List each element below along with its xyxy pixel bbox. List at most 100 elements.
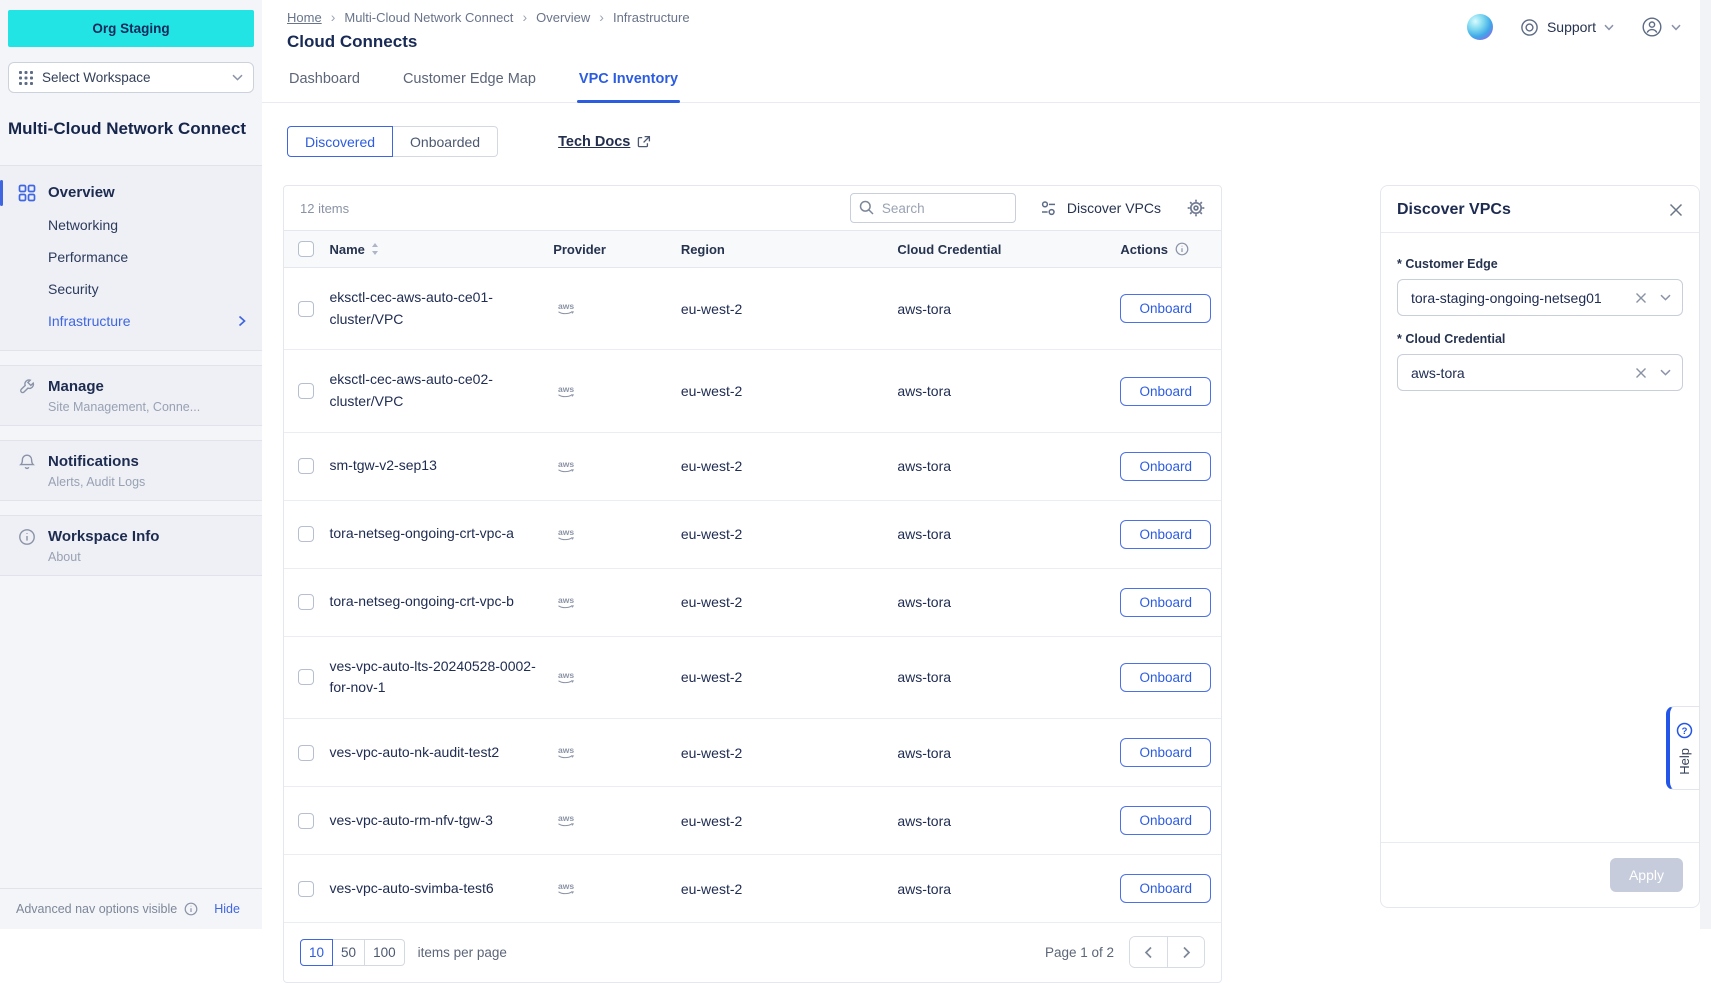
close-icon[interactable] (1669, 203, 1683, 217)
sidebar-item-label: Infrastructure (48, 313, 130, 329)
customer-edge-select[interactable]: tora-staging-ongoing-netseg01 (1397, 279, 1683, 316)
tech-docs-link[interactable]: Tech Docs (558, 134, 651, 150)
vpc-region: eu-west-2 (681, 881, 742, 897)
next-page-button[interactable] (1167, 937, 1204, 967)
onboard-button[interactable]: Onboard (1120, 294, 1211, 323)
required-asterisk: * (1397, 257, 1402, 271)
row-checkbox[interactable] (298, 813, 314, 829)
support-menu[interactable]: Support (1520, 18, 1614, 37)
sidebar-item-security[interactable]: Security (0, 273, 262, 305)
workspace-selector[interactable]: Select Workspace (8, 62, 254, 93)
column-name-label: Name (330, 242, 365, 257)
sidebar-item-label: Performance (48, 249, 128, 265)
sidebar-item-infrastructure[interactable]: Infrastructure (0, 305, 262, 337)
vpc-name: ves-vpc-auto-lts-20240528-0002-for-nov-1 (330, 658, 536, 696)
cloud-credential-select[interactable]: aws-tora (1397, 354, 1683, 391)
hide-nav-link[interactable]: Hide (214, 902, 240, 916)
search-input[interactable] (850, 193, 1016, 223)
sidebar-section-label: Notifications (48, 453, 139, 470)
row-checkbox[interactable] (298, 383, 314, 399)
discover-vpcs-label: Discover VPCs (1067, 200, 1161, 216)
select-all-checkbox[interactable] (298, 241, 314, 257)
tech-docs-label: Tech Docs (558, 134, 630, 150)
scrollbar-track[interactable] (1700, 0, 1711, 929)
breadcrumb-item[interactable]: Overview (536, 10, 590, 25)
table-row: ves-vpc-auto-nk-audit-test2awseu-west-2a… (284, 719, 1221, 787)
row-checkbox[interactable] (298, 669, 314, 685)
row-checkbox[interactable] (298, 745, 314, 761)
cloud-credential-value: aws-tora (1411, 365, 1465, 381)
page-size-100[interactable]: 100 (365, 939, 405, 966)
aws-icon: aws (553, 384, 681, 399)
table-row: tora-netseg-ongoing-crt-vpc-bawseu-west-… (284, 568, 1221, 636)
onboard-button[interactable]: Onboard (1120, 452, 1211, 481)
onboard-button[interactable]: Onboard (1120, 377, 1211, 406)
svg-text:aws: aws (558, 301, 574, 311)
sidebar: Org Staging Select Workspace Multi-Cloud… (0, 0, 262, 929)
sidebar-section-subtitle: Site Management, Conne... (48, 400, 246, 414)
question-icon: ? (1676, 722, 1693, 739)
breadcrumb-item[interactable]: Home (287, 10, 322, 25)
table-footer: 1050100 items per page Page 1 of 2 (284, 923, 1221, 982)
column-provider-label: Provider (553, 231, 681, 268)
onboard-button[interactable]: Onboard (1120, 588, 1211, 617)
table-row: ves-vpc-auto-rm-nfv-tgw-3awseu-west-2aws… (284, 787, 1221, 855)
sidebar-item-label: Security (48, 281, 99, 297)
info-icon (18, 528, 36, 546)
onboard-button[interactable]: Onboard (1120, 738, 1211, 767)
page-size-10[interactable]: 10 (300, 939, 333, 966)
vpc-credential: aws-tora (897, 594, 951, 610)
discover-vpcs-button[interactable]: Discover VPCs (1040, 200, 1161, 217)
tab-dashboard[interactable]: Dashboard (287, 69, 362, 102)
sidebar-item-notifications[interactable]: Notifications Alerts, Audit Logs (0, 440, 262, 501)
toggle-onboarded[interactable]: Onboarded (393, 126, 498, 157)
sliders-icon (1040, 200, 1058, 217)
clear-icon[interactable] (1635, 292, 1647, 304)
prev-page-button[interactable] (1130, 937, 1167, 967)
vpc-name: ves-vpc-auto-nk-audit-test2 (330, 744, 500, 760)
vpc-region: eu-west-2 (681, 301, 742, 317)
customer-edge-value: tora-staging-ongoing-netseg01 (1411, 290, 1602, 306)
onboard-button[interactable]: Onboard (1120, 874, 1211, 903)
clear-icon[interactable] (1635, 367, 1647, 379)
breadcrumb-item[interactable]: Multi-Cloud Network Connect (344, 10, 513, 25)
tab-vpc-inventory[interactable]: VPC Inventory (577, 69, 680, 102)
vpc-name: ves-vpc-auto-rm-nfv-tgw-3 (330, 812, 493, 828)
sort-name-control[interactable]: Name (330, 242, 379, 257)
row-checkbox[interactable] (298, 458, 314, 474)
sidebar-item-overview[interactable]: Overview (0, 177, 262, 209)
sidebar-section-subtitle: Alerts, Audit Logs (48, 475, 246, 489)
help-tab[interactable]: ? Help (1666, 706, 1700, 790)
vpc-name: tora-netseg-ongoing-crt-vpc-a (330, 525, 514, 541)
assistant-orb-icon[interactable] (1467, 14, 1493, 40)
onboard-button[interactable]: Onboard (1120, 806, 1211, 835)
column-actions-label: Actions (1120, 242, 1168, 257)
sidebar-item-performance[interactable]: Performance (0, 241, 262, 273)
onboard-button[interactable]: Onboard (1120, 520, 1211, 549)
row-checkbox[interactable] (298, 594, 314, 610)
panel-title: Discover VPCs (1397, 201, 1511, 219)
vpc-table: Name Provider Region Cloud Credential (284, 230, 1221, 923)
chevron-down-icon[interactable] (1660, 294, 1671, 301)
active-indicator (0, 180, 3, 206)
workspace-grid-icon (19, 71, 33, 85)
apply-button[interactable]: Apply (1610, 858, 1683, 892)
row-checkbox[interactable] (298, 301, 314, 317)
onboard-button[interactable]: Onboard (1120, 663, 1211, 692)
sidebar-item-manage[interactable]: ManageSite Management, Conne... (0, 365, 262, 426)
chevron-down-icon[interactable] (1660, 369, 1671, 376)
svg-text:?: ? (1682, 726, 1688, 737)
sidebar-item-networking[interactable]: Networking (0, 209, 262, 241)
sidebar-item-workspace-info[interactable]: Workspace InfoAbout (0, 515, 262, 576)
page-size-50[interactable]: 50 (333, 939, 365, 966)
account-menu[interactable] (1641, 16, 1681, 38)
toggle-discovered[interactable]: Discovered (287, 126, 393, 157)
row-checkbox[interactable] (298, 526, 314, 542)
tab-customer-edge-map[interactable]: Customer Edge Map (401, 69, 538, 102)
overview-subitems: Networking Performance Security Infrastruct… (0, 209, 262, 337)
org-banner[interactable]: Org Staging (8, 10, 254, 47)
row-checkbox[interactable] (298, 881, 314, 897)
user-icon (1641, 16, 1663, 38)
table-row: ves-vpc-auto-svimba-test6awseu-west-2aws… (284, 855, 1221, 923)
gear-icon[interactable] (1187, 199, 1205, 217)
